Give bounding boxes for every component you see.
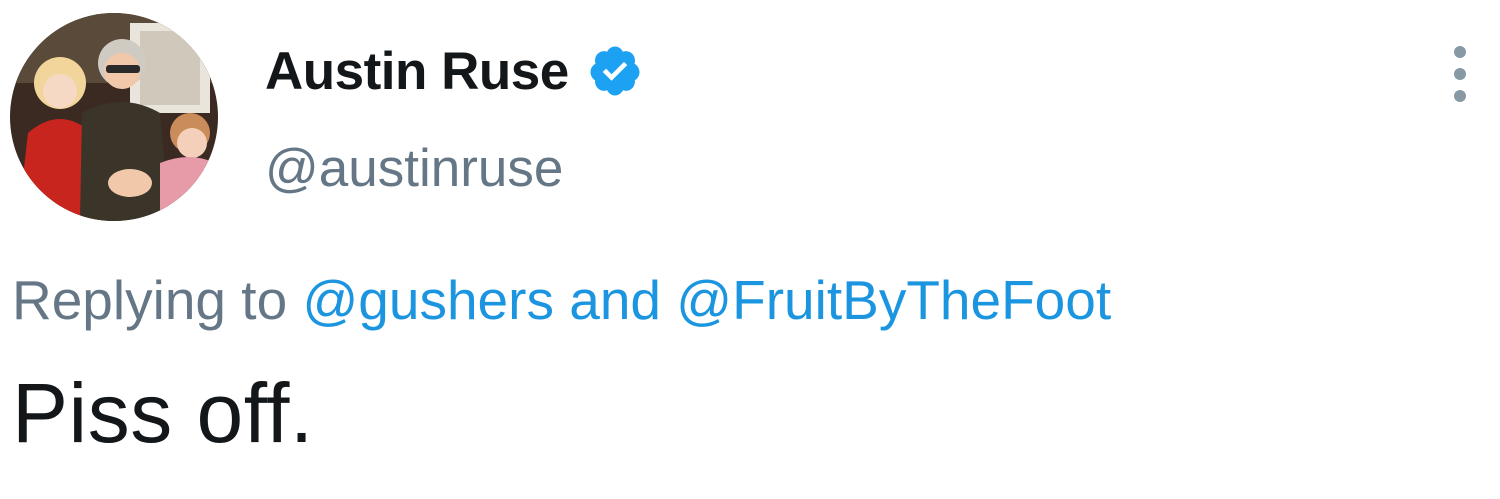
more-options-icon[interactable]	[1440, 46, 1480, 102]
verified-badge-icon	[587, 43, 643, 99]
mention-gushers-link[interactable]: @gushers	[302, 269, 554, 331]
mention-fruitbythefoot-link[interactable]: @FruitByTheFoot	[676, 269, 1111, 331]
author-name-row[interactable]: Austin Ruse	[265, 38, 643, 104]
more-dot	[1454, 90, 1466, 102]
more-dot	[1454, 68, 1466, 80]
more-dot	[1454, 46, 1466, 58]
author-display-name[interactable]: Austin Ruse	[265, 41, 569, 102]
avatar-photo	[10, 13, 218, 221]
author-handle[interactable]: @austinruse	[265, 138, 563, 199]
mention-conjunction[interactable]: and	[569, 269, 661, 331]
user-avatar[interactable]	[10, 13, 218, 221]
replying-to-label: Replying to	[12, 269, 288, 331]
tweet-card: Austin Ruse @austinruse Replying to @gus…	[0, 0, 1500, 499]
tweet-body-text: Piss off.	[12, 366, 314, 460]
replying-to-line: Replying to @gushers and @FruitByTheFoot	[12, 268, 1111, 332]
